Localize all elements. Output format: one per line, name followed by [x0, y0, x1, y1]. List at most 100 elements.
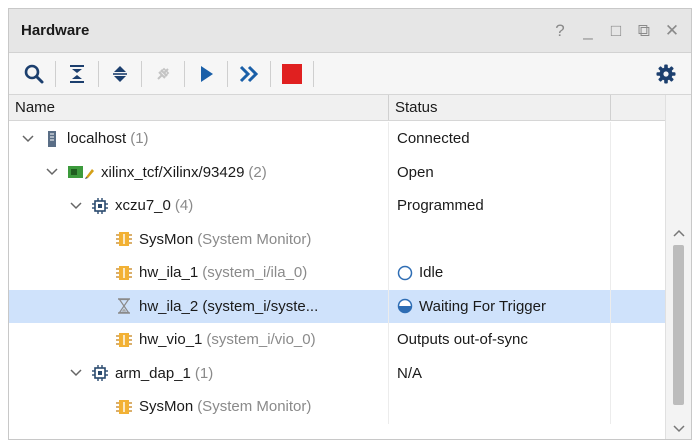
collapse-all-button[interactable]	[58, 57, 96, 91]
tree-row[interactable]: arm_dap_1 (1) N/A	[9, 356, 667, 391]
run-trigger-button[interactable]	[187, 57, 225, 91]
scrollbar-thumb[interactable]	[673, 245, 684, 405]
tree-row-status: Connected	[397, 130, 470, 148]
tree-row-status-cell: Open	[389, 155, 611, 189]
tree-row-status: Programmed	[397, 197, 484, 215]
tree-row-status-cell: Programmed	[389, 189, 611, 223]
tree-row-extra-cell	[611, 223, 667, 257]
tree-row[interactable]: xczu7_0 (4) Programmed	[9, 189, 667, 223]
tree-row-sublabel: (1)	[130, 130, 149, 148]
tree-row-label: arm_dap_1	[115, 364, 191, 382]
help-button[interactable]: ?	[553, 21, 567, 40]
tree-row-status: Waiting For Trigger	[419, 297, 546, 315]
tree-row[interactable]: hw_ila_2 (system_i/syste... Waiting For T…	[9, 289, 667, 324]
tree-row-sublabel: (system_i/vio_0)	[206, 331, 316, 349]
tree-row[interactable]: SysMon (System Monitor)	[9, 222, 667, 257]
hardware-panel: Hardware ? _ □ ⧉ ✕ Name Status localhost…	[8, 8, 692, 440]
table-header: Name Status	[9, 95, 691, 121]
debug-core-icon	[115, 230, 133, 248]
idle-status-icon	[397, 265, 413, 281]
chip-icon	[91, 364, 109, 382]
server-icon	[43, 130, 61, 148]
tree-row[interactable]: SysMon (System Monitor)	[9, 390, 667, 424]
settings-button[interactable]	[647, 57, 685, 91]
panel-title: Hardware	[21, 22, 90, 39]
tree-row-extra-cell	[611, 290, 667, 324]
tree-row-name-cell: arm_dap_1 (1)	[9, 356, 389, 390]
tree-row-status: Outputs out-of-sync	[397, 331, 528, 349]
tree-row-label: SysMon	[139, 398, 194, 416]
chevron-down-icon[interactable]	[67, 369, 85, 377]
tree-row-status: Idle	[419, 264, 444, 282]
toolbar-separator	[227, 60, 228, 87]
search-icon	[24, 64, 44, 83]
stop-icon	[282, 63, 302, 84]
tree-row[interactable]: hw_ila_1 (system_i/ila_0) Idle	[9, 256, 667, 290]
tree-row-status-cell: Idle	[389, 256, 611, 290]
chevron-up-icon	[672, 229, 685, 237]
maximize-button[interactable]: □	[609, 21, 623, 40]
tree-row-status-cell	[389, 222, 611, 256]
chevron-down-icon[interactable]	[67, 202, 85, 210]
scroll-up-button[interactable]	[666, 223, 691, 243]
tree-row-name-cell: xilinx_tcf/Xilinx/93429 (2)	[9, 155, 389, 189]
tree-row-sublabel: (System Monitor)	[197, 398, 312, 416]
chip-icon	[91, 197, 109, 215]
play-icon	[201, 65, 213, 82]
debug-core-icon	[115, 264, 133, 282]
tree-row-extra-cell	[611, 122, 667, 156]
tree-row-extra-cell	[611, 256, 667, 290]
tree-row-status-cell	[389, 390, 611, 424]
tree-row-status-cell: Outputs out-of-sync	[389, 323, 611, 357]
column-header-empty	[611, 95, 667, 120]
debug-core-icon	[115, 398, 133, 416]
connect-button[interactable]	[144, 57, 182, 91]
restore-button[interactable]: ⧉	[637, 21, 651, 40]
tree-row-label: hw_vio_1	[139, 331, 203, 349]
tree-row-label: hw_ila_1	[139, 264, 199, 282]
chevron-down-icon[interactable]	[19, 135, 37, 143]
tree-row-label: SysMon	[139, 230, 194, 248]
tree-row-name-cell: localhost (1)	[9, 122, 389, 156]
column-header-status[interactable]: Status	[389, 95, 611, 120]
search-button[interactable]	[15, 57, 53, 91]
toolbar-separator	[141, 60, 142, 87]
minimize-button[interactable]: _	[581, 21, 595, 40]
plug-icon	[157, 67, 170, 80]
toolbar-separator	[270, 60, 271, 87]
tree-row-extra-cell	[611, 156, 667, 190]
tree-row-sublabel: (System Monitor)	[197, 230, 312, 248]
hardware-tree-table: Name Status localhost (1) Connected xilinx_…	[9, 95, 691, 439]
scroll-down-button[interactable]	[666, 419, 691, 439]
tree-row[interactable]: localhost (1) Connected	[9, 122, 667, 156]
tree-row-status: N/A	[397, 364, 423, 382]
fast-forward-icon	[239, 65, 259, 82]
tree-row-name-cell: hw_ila_1 (system_i/ila_0)	[9, 256, 389, 290]
hourglass-icon	[115, 297, 133, 315]
toolbar-separator	[98, 60, 99, 87]
chevron-down-icon[interactable]	[43, 168, 61, 176]
vertical-scrollbar[interactable]	[665, 95, 691, 439]
tree-row-status: Open	[397, 163, 434, 181]
column-header-name[interactable]: Name	[9, 95, 389, 120]
hardware-toolbar	[9, 53, 691, 95]
window-controls: ? _ □ ⧉ ✕	[553, 21, 683, 40]
tree-row-sublabel: (2)	[248, 163, 267, 181]
waiting-status-icon	[397, 298, 413, 314]
tree-row-name-cell: SysMon (System Monitor)	[9, 222, 389, 256]
tree-row-name-cell: SysMon (System Monitor)	[9, 390, 389, 424]
tree-row[interactable]: xilinx_tcf/Xilinx/93429 (2) Open	[9, 155, 667, 190]
tree-row-extra-cell	[611, 357, 667, 391]
toolbar-separator	[55, 60, 56, 87]
tree-row-sublabel: (1)	[194, 364, 214, 382]
tree-row-sublabel: (system_i/ila_0)	[202, 264, 308, 282]
tree-row-status-cell: Connected	[389, 122, 611, 156]
collapse-all-icon	[70, 64, 84, 83]
tree-row[interactable]: hw_vio_1 (system_i/vio_0) Outputs out-of-s…	[9, 323, 667, 357]
stop-trigger-button[interactable]	[273, 57, 311, 91]
tree-row-extra-cell	[611, 189, 667, 223]
chevron-down-icon	[672, 425, 685, 433]
close-button[interactable]: ✕	[665, 21, 679, 40]
expand-all-button[interactable]	[101, 57, 139, 91]
run-trigger-immediate-button[interactable]	[230, 57, 268, 91]
